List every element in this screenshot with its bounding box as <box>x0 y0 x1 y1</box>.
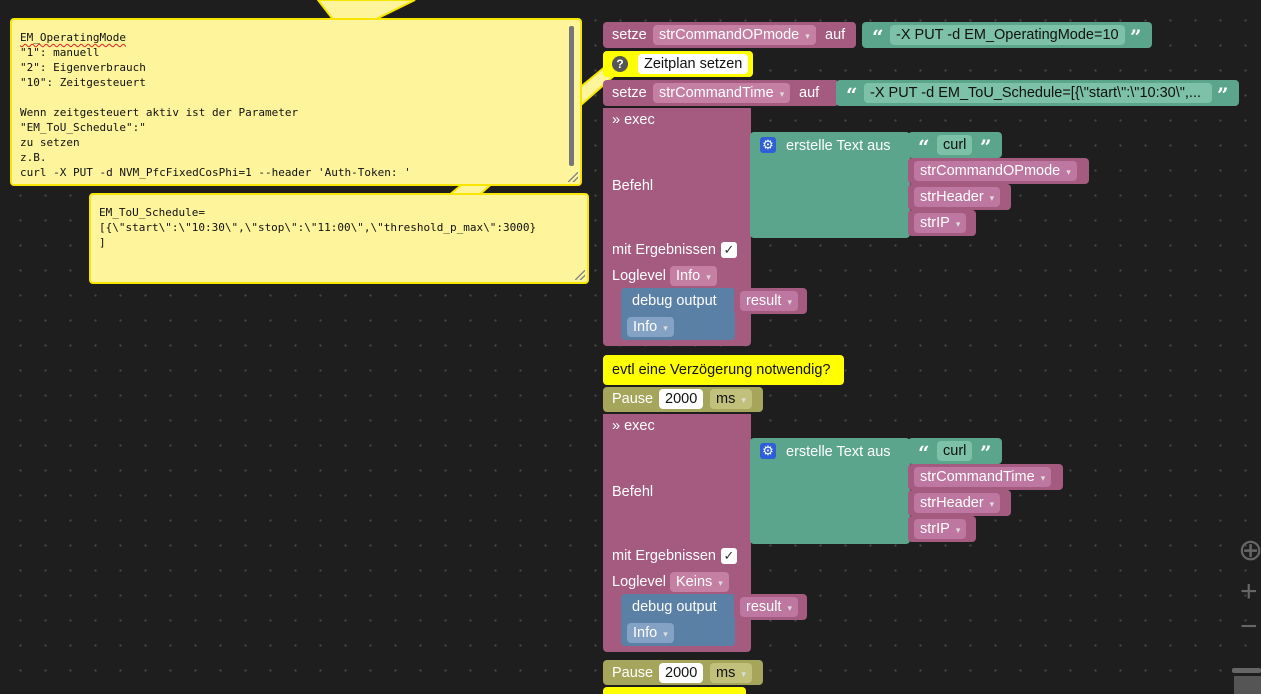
variable-dropdown[interactable]: result ▾ <box>740 291 798 311</box>
variable-dropdown[interactable]: strIP ▾ <box>914 519 967 539</box>
exec-title: » exec <box>612 418 655 434</box>
variable-dropdown[interactable]: strCommandOPmode ▾ <box>653 25 816 45</box>
quote-close-icon: ” <box>980 135 992 159</box>
comment-resize-handle[interactable] <box>568 172 578 182</box>
chevron-down-icon: ▾ <box>663 629 668 639</box>
quote-open-icon: “ <box>918 441 930 465</box>
center-icon[interactable]: ⊕ <box>1238 536 1261 566</box>
text-value[interactable]: curl <box>937 135 973 155</box>
debug-label: debug output <box>632 599 717 615</box>
chevron-down-icon: ▾ <box>741 395 746 405</box>
chevron-down-icon: ▾ <box>1040 473 1046 483</box>
chevron-down-icon: ▾ <box>989 499 995 509</box>
text-join-label: erstelle Text aus <box>786 138 891 154</box>
loglevel-dropdown[interactable]: Info ▾ <box>670 266 717 286</box>
variable-dropdown[interactable]: result ▾ <box>740 597 798 617</box>
chevron-down-icon: ▾ <box>805 31 810 41</box>
check-icon[interactable]: ✓ <box>721 242 737 258</box>
debug-level-dropdown[interactable]: Info ▾ <box>627 317 674 337</box>
text-join-label: erstelle Text aus <box>786 444 891 460</box>
text-value[interactable]: -X PUT -d EM_OperatingMode=10 <box>890 25 1125 45</box>
chevron-down-icon: ▾ <box>779 89 785 99</box>
comment-block-text[interactable]: evtl eine Verzögerung notwendig? <box>612 361 830 379</box>
set-to-label: auf <box>799 85 820 101</box>
results-label: mit Ergebnissen <box>612 242 716 258</box>
chevron-down-icon: ▾ <box>989 193 995 203</box>
loglevel-dropdown[interactable]: Keins ▾ <box>670 572 729 592</box>
quote-open-icon: “ <box>918 135 930 159</box>
chevron-down-icon: ▾ <box>955 525 961 535</box>
chevron-down-icon: ▾ <box>787 297 792 307</box>
quote-close-icon: ” <box>1217 83 1229 107</box>
variable-dropdown[interactable]: strHeader ▾ <box>914 493 1001 513</box>
results-label: mit Ergebnissen <box>612 548 716 564</box>
pause-label: Pause <box>612 665 654 681</box>
comment-operating-mode[interactable]: EM_OperatingMode "1": manuell "2": Eigen… <box>10 18 582 186</box>
comment-block-partial[interactable] <box>603 687 746 694</box>
text-value[interactable]: curl <box>937 441 973 461</box>
pause-value-input[interactable]: 2000 <box>659 663 704 683</box>
set-keyword: setze <box>612 85 647 101</box>
set-keyword: setze <box>612 27 647 43</box>
chevron-down-icon: ▾ <box>663 323 668 333</box>
pause-label: Pause <box>612 391 654 407</box>
quote-close-icon: ” <box>1130 25 1142 49</box>
exec-command-label: Befehl <box>612 178 654 194</box>
variable-dropdown[interactable]: strCommandTime ▾ <box>914 467 1052 487</box>
variable-dropdown[interactable]: strHeader ▾ <box>914 187 1001 207</box>
comment-operating-mode-text[interactable]: EM_OperatingMode "1": manuell "2": Eigen… <box>12 20 580 184</box>
exec-command-label: Befehl <box>612 484 654 500</box>
chevron-down-icon: ▾ <box>741 669 746 679</box>
pause-unit-dropdown[interactable]: ms ▾ <box>710 663 752 683</box>
chevron-down-icon: ▾ <box>718 578 723 588</box>
zoom-out-icon[interactable]: − <box>1240 612 1258 642</box>
check-icon[interactable]: ✓ <box>721 548 737 564</box>
quote-close-icon: ” <box>980 441 992 465</box>
gear-icon[interactable]: ⚙ <box>760 137 776 153</box>
variable-dropdown[interactable]: strCommandTime ▾ <box>653 83 791 103</box>
variable-dropdown[interactable]: strIP ▾ <box>914 213 967 233</box>
question-icon[interactable]: ? <box>612 56 628 72</box>
exec-title: » exec <box>612 112 655 128</box>
chevron-down-icon: ▾ <box>955 219 961 229</box>
set-to-label: auf <box>825 27 846 43</box>
gear-icon[interactable]: ⚙ <box>760 443 776 459</box>
chevron-down-icon: ▾ <box>787 603 792 613</box>
pause-unit-dropdown[interactable]: ms ▾ <box>710 389 752 409</box>
comment-scrollbar[interactable] <box>569 26 574 166</box>
chevron-down-icon: ▾ <box>1066 167 1071 177</box>
debug-label: debug output <box>632 293 717 309</box>
zoom-in-icon[interactable]: + <box>1240 577 1258 607</box>
text-value[interactable]: -X PUT -d EM_ToU_Schedule=[{\"start\":\"… <box>864 83 1212 103</box>
pause-value-input[interactable]: 2000 <box>659 389 704 409</box>
quote-open-icon: “ <box>846 83 858 107</box>
quote-open-icon: “ <box>872 25 884 49</box>
comment-tou-schedule-text[interactable]: EM_ToU_Schedule= [{\"start\":\"10:30\",\… <box>91 195 587 260</box>
comment-resize-handle[interactable] <box>575 270 585 280</box>
comment-block-text[interactable]: Zeitplan setzen <box>638 54 749 74</box>
debug-level-dropdown[interactable]: Info ▾ <box>627 623 674 643</box>
comment-tou-schedule[interactable]: EM_ToU_Schedule= [{\"start\":\"10:30\",\… <box>89 193 589 284</box>
trash-icon[interactable] <box>1228 668 1261 694</box>
chevron-down-icon: ▾ <box>706 272 711 282</box>
variable-dropdown[interactable]: strCommandOPmode ▾ <box>914 161 1077 181</box>
loglevel-label: Loglevel <box>612 268 667 284</box>
loglevel-label: Loglevel <box>612 574 667 590</box>
